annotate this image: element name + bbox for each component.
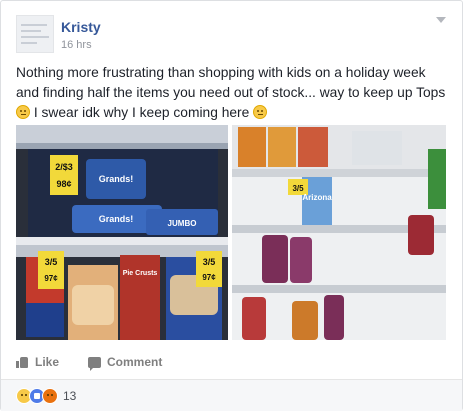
comment-button[interactable]: Comment xyxy=(88,355,163,371)
price-tag-6: 97¢ xyxy=(202,273,216,282)
photo-left[interactable]: 2/$3 98¢ 3/5 97¢ 3/5 97¢ Grands! Grands!… xyxy=(16,125,228,340)
avatar[interactable] xyxy=(16,15,54,53)
like-label: Like xyxy=(35,355,60,369)
thumbs-up-icon xyxy=(16,356,29,368)
post-card: Kristy 16 hrs Nothing more frustrating t… xyxy=(0,0,463,411)
photo-left-image: 2/$3 98¢ 3/5 97¢ 3/5 97¢ Grands! Grands!… xyxy=(16,125,228,340)
sad-face-emoji-icon xyxy=(253,105,268,119)
photo-grid: 2/$3 98¢ 3/5 97¢ 3/5 97¢ Grands! Grands!… xyxy=(16,125,446,340)
photo-right-image: 3/5 Arizona xyxy=(232,125,446,340)
comment-label: Comment xyxy=(107,355,163,369)
price-tag-right: 3/5 xyxy=(292,184,304,193)
price-tag-2: 98¢ xyxy=(56,179,71,189)
author-name[interactable]: Kristy xyxy=(61,19,101,35)
product-label-right: Arizona xyxy=(302,193,332,202)
photo-right[interactable]: 3/5 Arizona xyxy=(232,125,446,340)
comment-icon xyxy=(88,356,101,371)
product-label-2: Grands! xyxy=(99,214,134,224)
angry-reaction-icon xyxy=(42,388,58,404)
price-tag-5: 3/5 xyxy=(203,257,216,267)
post-actions: Like Comment xyxy=(16,353,446,373)
reaction-count: 13 xyxy=(63,389,77,403)
sad-face-emoji-icon xyxy=(16,105,30,119)
like-button[interactable]: Like xyxy=(16,355,59,369)
post-text-part-1: Nothing more frustrating than shopping w… xyxy=(16,65,446,100)
post-timestamp[interactable]: 16 hrs xyxy=(61,39,92,51)
reactions-footer: 13 xyxy=(1,379,462,411)
price-tag-4: 97¢ xyxy=(44,274,58,283)
reactions-summary[interactable]: 13 xyxy=(16,388,76,404)
product-label-1: Grands! xyxy=(99,174,134,184)
post-text-part-2: I swear idk why I keep coming here xyxy=(30,105,254,120)
price-tag-1: 2/$3 xyxy=(55,162,73,172)
chevron-down-icon[interactable] xyxy=(436,17,446,23)
post-header: Kristy 16 hrs xyxy=(16,13,450,55)
price-tag-3: 3/5 xyxy=(45,257,58,267)
product-label-4: Pie Crusts xyxy=(123,270,158,277)
post-text: Nothing more frustrating than shopping w… xyxy=(16,63,446,123)
product-label-3: JUMBO xyxy=(168,219,197,228)
